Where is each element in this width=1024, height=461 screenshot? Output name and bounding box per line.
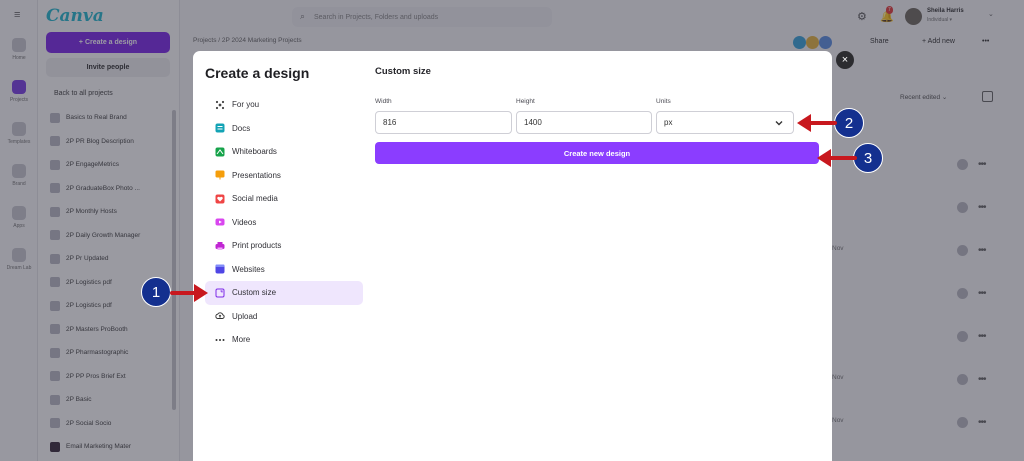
whiteboard-icon (215, 147, 225, 157)
website-icon (215, 264, 225, 274)
category-more[interactable]: More (205, 328, 363, 352)
step-1-marker: 1 (141, 277, 171, 307)
category-custom-size[interactable]: Custom size (205, 281, 363, 305)
category-websites[interactable]: Websites (205, 258, 363, 282)
upload-icon (215, 311, 225, 321)
category-videos[interactable]: Videos (205, 211, 363, 235)
category-label: Videos (232, 217, 257, 227)
chevron-down-icon (774, 118, 784, 128)
video-icon (215, 217, 225, 227)
sparkle-icon (215, 100, 225, 110)
custom-size-icon (215, 288, 225, 298)
social-media-icon (215, 194, 225, 204)
dialog-title: Create a design (205, 65, 310, 81)
print-icon (215, 241, 225, 251)
width-label: Width (375, 98, 392, 105)
category-label: Presentations (232, 170, 281, 180)
category-label: Custom size (232, 288, 277, 298)
create-new-design-button[interactable]: Create new design (375, 142, 819, 164)
design-category-list: For you Docs Whiteboards Presentations S… (205, 93, 363, 352)
category-label: Docs (232, 123, 251, 133)
category-label: Upload (232, 311, 258, 321)
category-for-you[interactable]: For you (205, 93, 363, 117)
category-label: Whiteboards (232, 147, 277, 157)
docs-icon (215, 123, 225, 133)
units-value: px (664, 118, 673, 127)
category-label: More (232, 335, 251, 345)
category-upload[interactable]: Upload (205, 305, 363, 329)
step-1-arrow (170, 284, 208, 302)
category-label: Social media (232, 194, 278, 204)
height-label: Height (516, 98, 535, 105)
category-social-media[interactable]: Social media (205, 187, 363, 211)
step-3-marker: 3 (853, 143, 883, 173)
units-label: Units (656, 98, 671, 105)
step-2-arrow (797, 114, 837, 132)
step-2-marker: 2 (834, 108, 864, 138)
category-label: Print products (232, 241, 282, 251)
category-print-products[interactable]: Print products (205, 234, 363, 258)
width-field[interactable] (375, 111, 512, 134)
close-icon: × (841, 54, 849, 66)
category-whiteboards[interactable]: Whiteboards (205, 140, 363, 164)
step-3-arrow (817, 149, 857, 167)
category-presentations[interactable]: Presentations (205, 164, 363, 188)
height-field[interactable] (516, 111, 652, 134)
category-label: Websites (232, 264, 265, 274)
category-label: For you (232, 100, 260, 110)
category-docs[interactable]: Docs (205, 117, 363, 141)
presentation-icon (215, 170, 225, 180)
panel-title: Custom size (375, 66, 431, 77)
more-icon (215, 335, 225, 345)
units-select[interactable]: px (656, 111, 794, 134)
close-dialog-button[interactable]: × (836, 51, 854, 69)
create-design-dialog: Create a design For you Docs Whiteboards… (193, 51, 832, 461)
